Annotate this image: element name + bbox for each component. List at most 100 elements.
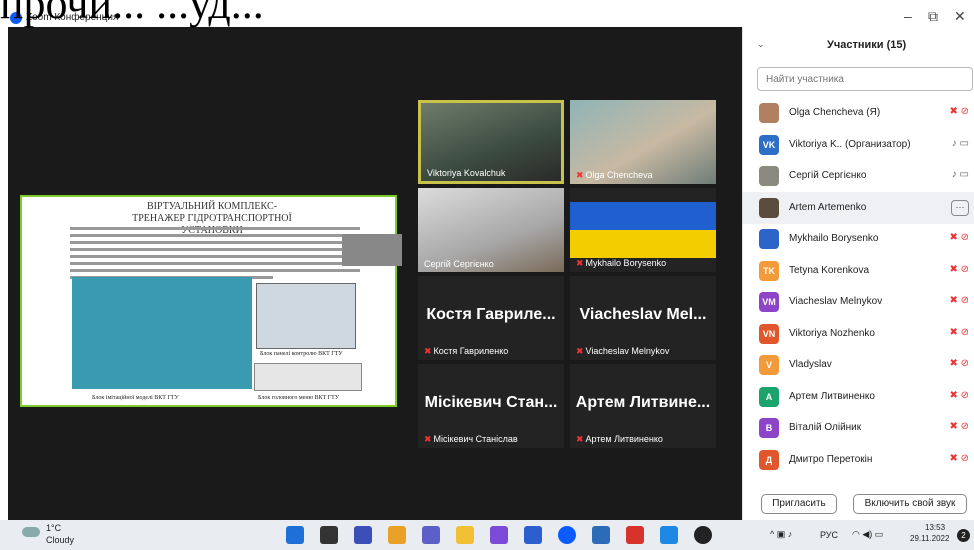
tile-name-large: Viacheslav Mel... [579,306,707,323]
avatar: VN [759,323,779,344]
task-view-icon[interactable] [320,526,338,544]
tile-name: ✖ Viacheslav Melnykov [576,346,670,356]
participant-name: Olga Chencheva (Я) [789,107,881,118]
video-tile[interactable]: ✖ Olga Chencheva [570,100,716,184]
mic-muted-icon[interactable]: ✖ ⊘ [949,421,969,432]
restore-button[interactable]: ⧉ [928,8,938,25]
avatar [759,166,779,186]
avatar [759,229,779,249]
mic-muted-icon: ✖ [576,170,584,180]
pdf-icon[interactable] [626,526,644,544]
mic-muted-icon[interactable]: ✖ ⊘ [949,453,969,464]
tile-name: ✖ Mykhailo Borysenko [576,258,667,268]
video-tile[interactable]: Viktoriya Kovalchuk [418,100,564,184]
participant-name: Дмитро Перетокін [789,453,873,465]
shared-screen: ВІРТУАЛЬНИЙ КОМПЛЕКС-ТРЕНАЖЕР ГІДРОТРАНС… [20,195,402,407]
viber-icon[interactable] [490,526,508,544]
caption-menu: Блок головного меню ВКТ ГТУ [258,395,340,401]
cloud-icon [22,527,40,537]
participant-row[interactable]: Olga Chencheva (Я) ✖ ⊘ [743,97,974,129]
avatar: VK [759,134,779,155]
close-button[interactable]: ✕ [954,8,966,25]
tile-name-large: Костя Гавриле... [426,306,556,323]
avatar: А [759,386,779,407]
tile-name: ✖ Olga Chencheva [576,170,653,180]
mic-muted-icon[interactable]: ✖ ⊘ [949,264,969,275]
zoom-icon[interactable] [558,526,576,544]
mic-muted-icon[interactable]: ✖ ⊘ [949,295,969,306]
participant-row[interactable]: Сергій Сергієнко ♪ ▭ [743,160,974,192]
clock-date[interactable]: 29.11.2022 [910,534,949,543]
participant-row[interactable]: VM Viacheslav Melnykov ✖ ⊘ [743,286,974,318]
participant-name: Віталій Олійник [789,422,862,433]
chevron-down-icon[interactable]: ⌄ [757,39,765,50]
file-explorer-icon[interactable] [456,526,474,544]
mic-muted-icon[interactable]: ✖ ⊘ [949,390,969,401]
media-player-icon[interactable] [694,526,712,544]
unmute-self-button[interactable]: Включить свой звук [853,494,967,514]
language-indicator[interactable]: РУС [820,530,838,540]
participant-row[interactable]: Artem Artemenko ··· [743,191,974,224]
participant-row[interactable]: А Артем Литвиненко ✖ ⊘ [743,381,974,413]
mic-muted-icon: ✖ [576,346,584,356]
mic-muted-icon[interactable]: ✖ ⊘ [949,358,969,369]
overlapping-document-text: прочи... ...уд... [0,0,264,28]
avatar: VM [759,292,779,312]
mic-icon[interactable]: ♪ ▭ [952,169,969,180]
avatar: TK [759,260,779,281]
participant-row[interactable]: V Vladyslav ✖ ⊘ [743,349,974,381]
tile-name: ✖ Артем Литвиненко [576,434,663,444]
mic-muted-icon[interactable]: ✖ ⊘ [949,232,969,243]
search-participant-input[interactable] [757,67,973,91]
tile-name-large: Артем Литвине... [575,394,711,411]
chrome-icon[interactable] [388,526,406,544]
system-tray-icons[interactable]: ^ ▣ ♪ [770,529,792,540]
video-tile[interactable]: Сергій Сергієнко [418,188,564,272]
participant-name: Mykhailo Borysenko [789,233,879,244]
simulation-model-image [72,277,252,389]
tile-name: Viktoriya Kovalchuk [427,168,506,178]
mic-muted-icon: ✖ [576,434,584,444]
tile-name: Сергій Сергієнко [424,259,494,269]
participant-name: Viktoriya Nozhenko [789,327,875,339]
video-tile[interactable]: ✖ Mykhailo Borysenko [570,188,716,272]
presenter-thumbnail [342,234,402,266]
mic-muted-icon[interactable]: ✖ ⊘ [949,327,969,338]
participant-name: Сергій Сергієнко [789,170,867,181]
video-tile[interactable]: Костя Гавриле... ✖ Костя Гавриленко [418,276,564,360]
participants-panel: ⌄ Участники (15) Olga Chencheva (Я) ✖ ⊘ VK… [742,27,974,520]
more-options-button[interactable]: ··· [951,199,969,216]
video-tile[interactable]: Артем Литвине... ✖ Артем Литвиненко [570,364,716,448]
screenshot-root: прочи... ...уд... Zoom Конференция – ⧉ ✕… [0,0,974,550]
word-icon[interactable] [524,526,542,544]
taskbar: 1°C Cloudy ^ ▣ ♪ РУС ◠ ◀) ▭ 13:53 29.11.… [0,520,974,550]
participant-row[interactable]: TK Tetyna Korenkova ✖ ⊘ [743,255,974,287]
photos-icon[interactable] [660,526,678,544]
app-icon[interactable] [592,526,610,544]
participant-row[interactable]: VK Viktoriya K.. (Организатор) ♪ ▭ [743,129,974,161]
caption-model: Блок імітаційної моделі ВКТ ГТУ [92,395,179,401]
participant-row[interactable]: VN Viktoriya Nozhenko ✖ ⊘ [743,318,974,350]
participant-row[interactable]: Д Дмитро Перетокін ✖ ⊘ [743,444,974,476]
invite-button[interactable]: Пригласить [761,494,837,514]
start-icon[interactable] [286,526,304,544]
video-tile[interactable]: Місікевич Стан... ✖ Місікевич Станіслав [418,364,564,448]
notification-badge[interactable]: 2 [957,529,970,542]
participant-row[interactable]: Mykhailo Borysenko ✖ ⊘ [743,223,974,255]
slide-paragraph [70,227,360,281]
avatar: V [759,355,779,375]
tile-name: ✖ Місікевич Станіслав [424,434,518,444]
avatar [759,103,779,123]
mic-icon[interactable]: ♪ ▭ [952,138,969,149]
video-tile[interactable]: Viacheslav Mel... ✖ Viacheslav Melnykov [570,276,716,360]
tile-name: ✖ Костя Гавриленко [424,346,509,356]
mic-muted-icon[interactable]: ✖ ⊘ [949,106,969,117]
clock-time[interactable]: 13:53 [925,523,945,532]
participant-row[interactable]: В Віталій Олійник ✖ ⊘ [743,412,974,444]
participant-name: Artem Artemenko [789,201,867,213]
minimize-button[interactable]: – [904,8,912,24]
teams-icon[interactable] [422,526,440,544]
chat-icon[interactable] [354,526,372,544]
mic-muted-icon: ✖ [424,434,432,444]
wifi-volume-battery-icon[interactable]: ◠ ◀) ▭ [852,529,883,540]
